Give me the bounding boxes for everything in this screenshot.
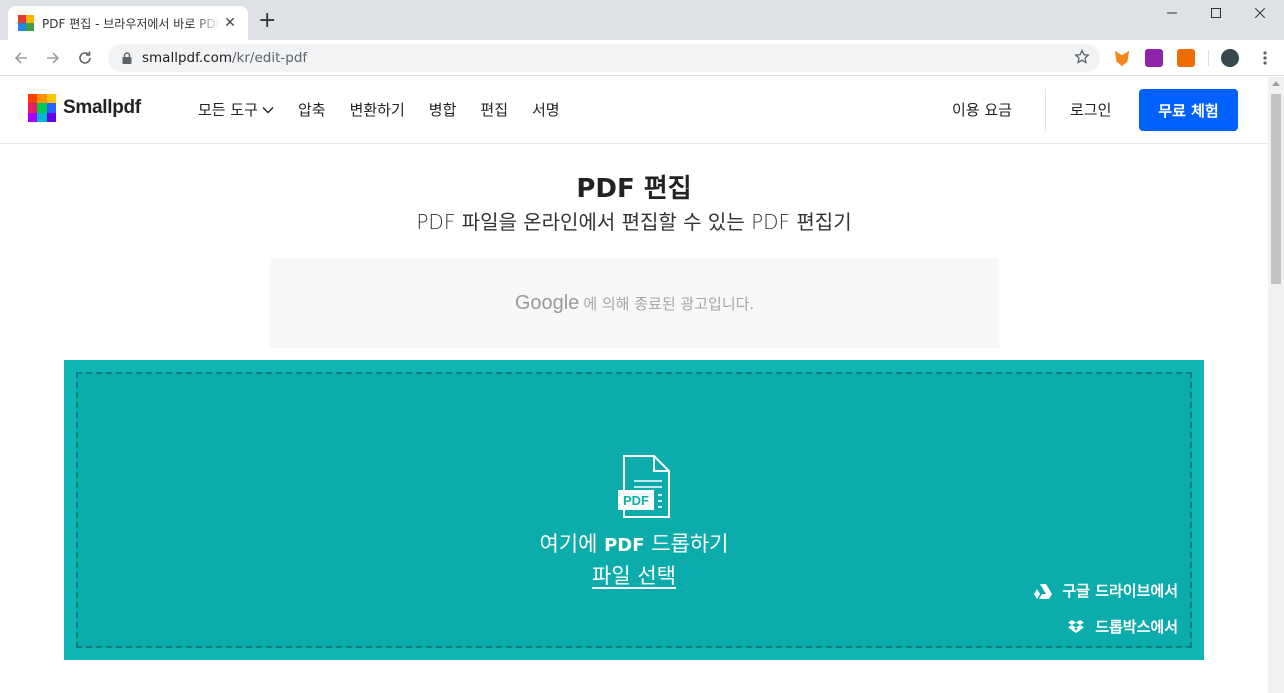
- toolbar-divider: [1208, 50, 1209, 66]
- page-subtitle: PDF 파일을 온라인에서 편집할 수 있는 PDF 편집기: [416, 210, 852, 234]
- drop-pdf-word: PDF: [604, 535, 645, 556]
- logo-mark-icon: [28, 94, 56, 122]
- google-drive-icon: [1034, 583, 1053, 599]
- browser-menu-icon[interactable]: [1254, 47, 1276, 69]
- google-logo: Google: [514, 291, 580, 314]
- url-path: /kr/edit-pdf: [232, 50, 308, 66]
- free-trial-button[interactable]: 무료 체험: [1139, 89, 1238, 131]
- nav-all-tools[interactable]: 모든 도구: [198, 99, 274, 120]
- pdf-icon-label: PDF: [623, 493, 649, 508]
- chevron-down-icon: [262, 106, 274, 113]
- tab-title: PDF 편집 - 브라우저에서 바로 PDF 편집: [42, 16, 220, 31]
- purple-extension-icon[interactable]: [1145, 49, 1163, 67]
- page-title: PDF 편집: [576, 174, 692, 204]
- url-domain: smallpdf.com: [142, 50, 232, 66]
- reload-icon[interactable]: [74, 47, 96, 69]
- maximize-icon[interactable]: [1194, 2, 1238, 24]
- forward-icon[interactable]: [42, 47, 64, 69]
- window-close-icon[interactable]: [1238, 2, 1282, 24]
- nav-convert[interactable]: 변환하기: [350, 99, 405, 120]
- orange-extension-icon[interactable]: [1177, 49, 1195, 67]
- header-divider: [1045, 89, 1046, 131]
- profile-avatar[interactable]: [1221, 49, 1239, 67]
- pricing-link[interactable]: 이용 요금: [952, 99, 1012, 120]
- file-dropzone[interactable]: PDF 여기에 PDF 드롭하기 파일 선택 구글 드라이브에서 드롭박스에서: [76, 372, 1192, 648]
- lock-icon: [122, 52, 132, 64]
- ad-placeholder: Google 에 의해 종료된 광고입니다.: [270, 258, 999, 348]
- browser-tab[interactable]: PDF 편집 - 브라우저에서 바로 PDF 편집 ✕: [8, 6, 248, 40]
- address-bar[interactable]: smallpdf.com/kr/edit-pdf: [108, 44, 1100, 72]
- choose-file-link[interactable]: 파일 선택: [78, 560, 1190, 590]
- login-link[interactable]: 로그인: [1070, 99, 1111, 120]
- dropbox-icon: [1068, 619, 1085, 633]
- main-nav: 모든 도구 압축 변환하기 병합 편집 서명: [198, 99, 584, 120]
- new-tab-icon[interactable]: +: [258, 10, 276, 32]
- google-drive-label: 구글 드라이브에서: [1062, 582, 1178, 600]
- url-text: smallpdf.com/kr/edit-pdf: [142, 50, 307, 66]
- google-drive-option[interactable]: 구글 드라이브에서: [1034, 580, 1178, 601]
- drop-suffix: 드롭하기: [644, 532, 729, 556]
- browser-tabstrip: PDF 편집 - 브라우저에서 바로 PDF 편집 ✕ +: [0, 0, 1284, 40]
- drop-instruction: 여기에 PDF 드롭하기: [78, 528, 1190, 558]
- dropbox-option[interactable]: 드롭박스에서: [1067, 616, 1178, 637]
- page-scrollbar[interactable]: [1268, 77, 1284, 693]
- nav-compress[interactable]: 압축: [298, 99, 326, 120]
- smallpdf-favicon-icon: [18, 15, 34, 31]
- smallpdf-logo[interactable]: Smallpdf: [28, 94, 141, 122]
- metamask-extension-icon[interactable]: [1114, 50, 1130, 67]
- back-icon[interactable]: [10, 47, 32, 69]
- dropzone-container: PDF 여기에 PDF 드롭하기 파일 선택 구글 드라이브에서 드롭박스에서: [64, 360, 1204, 660]
- minimize-icon[interactable]: [1150, 2, 1194, 24]
- site-header: Smallpdf 모든 도구 압축 변환하기 병합 편집 서명 이용 요금 로그…: [0, 77, 1268, 144]
- tab-close-icon[interactable]: ✕: [222, 15, 238, 31]
- nav-sign[interactable]: 서명: [532, 99, 560, 120]
- logo-text: Smallpdf: [63, 97, 141, 118]
- drop-prefix: 여기에: [539, 532, 605, 556]
- scroll-thumb[interactable]: [1271, 94, 1281, 284]
- browser-toolbar: smallpdf.com/kr/edit-pdf: [0, 40, 1284, 76]
- nav-edit[interactable]: 편집: [480, 99, 508, 120]
- bookmark-star-icon[interactable]: [1074, 49, 1090, 65]
- pdf-file-icon: PDF: [618, 455, 670, 518]
- ad-closed-text: 에 의해 종료된 광고입니다.: [583, 294, 755, 313]
- nav-all-tools-label: 모든 도구: [198, 101, 258, 119]
- nav-merge[interactable]: 병합: [429, 99, 457, 120]
- scroll-up-arrow-icon[interactable]: [1272, 81, 1280, 86]
- dropbox-label: 드롭박스에서: [1095, 618, 1178, 636]
